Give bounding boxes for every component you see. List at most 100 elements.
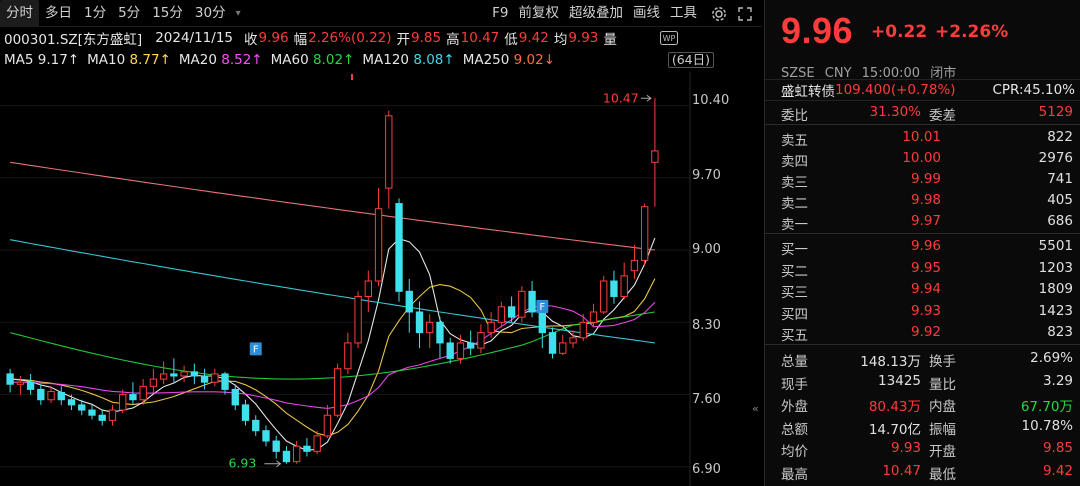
candle-body (88, 409, 96, 416)
candle-body (497, 306, 506, 323)
candle-body (548, 332, 557, 354)
stat-value: 14.70亿 (868, 421, 921, 438)
stat-row: 均价 9.93 开盘 9.85 (765, 438, 1080, 460)
candle-body (313, 435, 321, 452)
candle-body (67, 399, 76, 406)
y-tick: 8.30 (692, 318, 721, 333)
weibi-value: 31.30% (869, 104, 921, 120)
event-badge-label: F (539, 302, 545, 313)
draw-button[interactable]: 画线 (628, 0, 665, 27)
price-change-pct: +2.26% (935, 22, 1009, 42)
candle-body (231, 388, 239, 406)
candle-body (139, 385, 147, 401)
ask-price[interactable]: 9.99 (911, 171, 941, 187)
candlestick-chart[interactable]: 10.47 6.93 F F 10.40 9.70 9.00 8.30 7.60 6.… (0, 72, 762, 486)
bid-price[interactable]: 9.94 (911, 281, 941, 297)
info-row: 000301.SZ[东方盛虹] 2024/11/15 收 9.96 幅 2.26… (0, 27, 762, 49)
candle-body (477, 332, 485, 349)
ma-row: MA5 9.17↑ MA10 8.77↑ MA20 8.52↑ MA60 8.0… (0, 49, 762, 71)
tools-button[interactable]: 工具 (665, 0, 702, 27)
stat-label: 最高 (781, 466, 808, 483)
stat-value: 9.42 (1042, 462, 1073, 479)
cb-price: 109.400(+0.78%) (835, 82, 956, 98)
tab-5min[interactable]: 5分 (112, 0, 146, 27)
ask-price[interactable]: 9.98 (911, 192, 941, 208)
top-marker (351, 74, 353, 80)
high-value: 10.47 (460, 30, 500, 46)
stat-value: 2.69% (1030, 350, 1073, 366)
wp-icon[interactable]: WP (659, 29, 678, 47)
candle-body (180, 371, 188, 377)
bid-row[interactable]: 买三 9.94 1809 (765, 279, 1080, 301)
tab-multi-day[interactable]: 多日 (39, 0, 78, 27)
bid-volume: 1809 (1038, 281, 1073, 297)
candle-body (221, 373, 229, 390)
ma120-line (10, 239, 655, 344)
ask-row[interactable]: 卖一 9.97 686 (765, 211, 1080, 233)
y-tick: 9.70 (692, 168, 721, 183)
bid-price[interactable]: 9.96 (911, 238, 941, 254)
stat-row: 最高 10.47 最低 9.42 (765, 461, 1080, 483)
range-value: 2.26%(0.22) (308, 30, 392, 46)
ask-row[interactable]: 卖二 9.98 405 (765, 190, 1080, 212)
candle-body (385, 115, 393, 189)
ask-row[interactable]: 卖四 10.00 2976 (765, 148, 1080, 170)
candle-body (651, 150, 659, 163)
settings-icon[interactable] (710, 5, 728, 23)
cb-name[interactable]: 盛虹转债 (781, 80, 835, 100)
stat-label: 振幅 (929, 421, 956, 438)
more-periods-dropdown[interactable]: ▾ (232, 8, 245, 19)
bid-row[interactable]: 买四 9.93 1423 (765, 301, 1080, 323)
ask-volume: 686 (1047, 213, 1073, 229)
bid-price[interactable]: 9.93 (911, 303, 941, 319)
ask-row[interactable]: 卖五 10.01 822 (765, 127, 1080, 149)
last-price: 9.96 (781, 10, 854, 51)
candle-body (528, 290, 536, 313)
bid-row[interactable]: 买五 9.92 823 (765, 322, 1080, 344)
candle-body (395, 203, 403, 292)
stat-value: 9.93 (890, 440, 921, 456)
candle-body (507, 306, 516, 318)
bid-row[interactable]: 买二 9.95 1203 (765, 258, 1080, 280)
f9-button[interactable]: F9 (487, 0, 513, 27)
stat-label: 换手 (929, 354, 956, 370)
days-range-button[interactable]: (64日) (667, 52, 714, 68)
ask-price[interactable]: 10.01 (902, 129, 941, 145)
ma5-value: 9.17↑ (37, 52, 80, 68)
ask-row[interactable]: 卖三 9.99 741 (765, 169, 1080, 191)
stat-label: 内盘 (929, 399, 956, 415)
bid-volume: 1203 (1038, 259, 1073, 276)
tab-1min[interactable]: 1分 (78, 0, 112, 27)
ask-price[interactable]: 10.00 (902, 150, 941, 166)
ma60-indicator: MA60 8.02↑ (270, 52, 355, 68)
ask-price[interactable]: 9.97 (911, 213, 941, 229)
low-value: 9.42 (518, 30, 549, 46)
expand-icon[interactable] (736, 5, 754, 23)
ask-level-label: 卖四 (781, 154, 808, 170)
candle-body (569, 337, 577, 344)
stat-row: 总量 148.13万 换手 2.69% (765, 348, 1080, 370)
convertible-bond-row[interactable]: 盛虹转债 109.400(+0.78%) CPR:45.10% (765, 79, 1080, 101)
bid-row[interactable]: 买一 9.96 5501 (765, 236, 1080, 258)
ask-volume: 822 (1047, 129, 1073, 145)
low-marker-label: 6.93 (228, 456, 256, 471)
tab-fenshi[interactable]: 分时 (0, 0, 39, 27)
candle-body (333, 368, 342, 416)
adjust-button[interactable]: 前复权 (514, 0, 565, 27)
high-label: 高 (446, 32, 460, 48)
weibi-row: 委比 31.30% 委差 5129 (765, 102, 1080, 124)
bid-price[interactable]: 9.95 (911, 260, 941, 276)
ma10-indicator: MA10 8.77↑ (87, 52, 171, 68)
bid-level-label: 买二 (781, 263, 808, 280)
low-label: 低 (504, 32, 518, 48)
tab-15min[interactable]: 15分 (146, 0, 189, 27)
bid-price[interactable]: 9.92 (911, 324, 941, 340)
tab-30min[interactable]: 30分 (189, 0, 232, 27)
event-badge-label: F (253, 344, 259, 355)
cpr-value: CPR:45.10% (992, 82, 1075, 98)
price-change: +0.22 (871, 22, 928, 42)
collapse-panel-icon[interactable]: « (752, 402, 762, 442)
stat-label: 外盘 (781, 399, 808, 415)
overlay-button[interactable]: 超级叠加 (564, 0, 628, 27)
ask-level-label: 卖二 (781, 196, 808, 212)
